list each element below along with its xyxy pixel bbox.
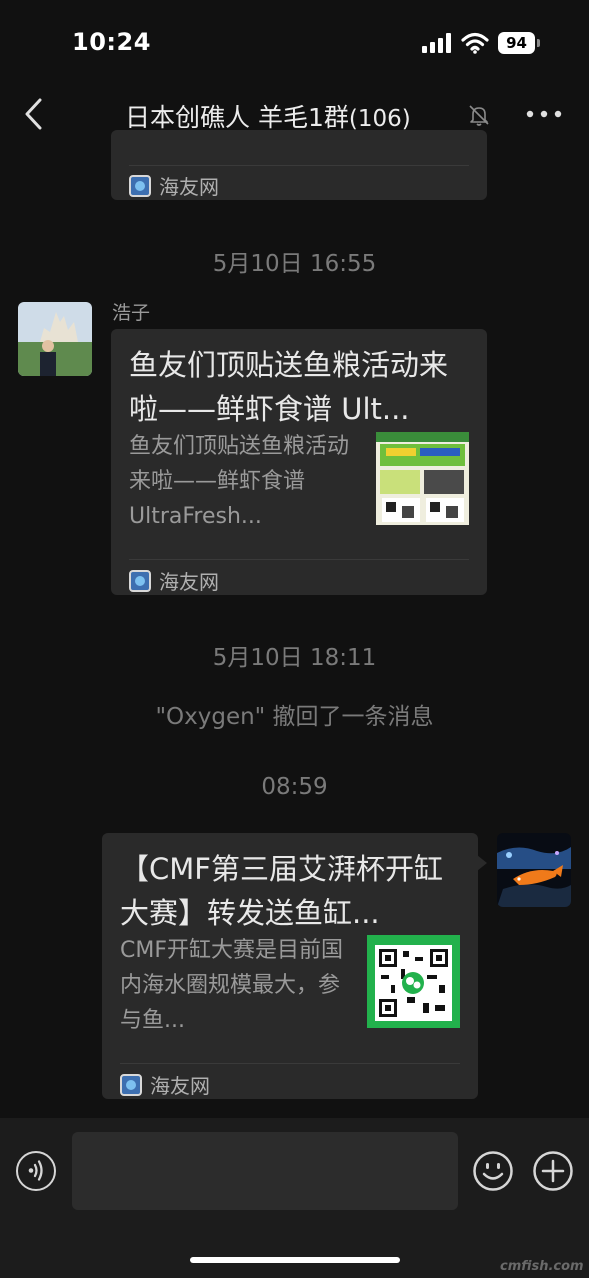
battery-icon: 94: [498, 32, 540, 54]
source-label: 海友网: [150, 1074, 210, 1098]
qr-code-thumbnail: [367, 935, 460, 1028]
message-timestamp: 08:59: [261, 774, 328, 800]
emoji-icon[interactable]: [473, 1151, 513, 1191]
input-bar: cmfish.com: [0, 1118, 589, 1278]
card-title: 【CMF第三届艾湃杯开缸大赛】转发送鱼缸...: [120, 852, 443, 930]
battery-level: 94: [506, 34, 527, 52]
poster-thumbnail: [376, 432, 469, 525]
muted-bell-icon: [469, 105, 489, 126]
link-card-partial[interactable]: 海友网: [111, 130, 487, 200]
bubble-tail: [477, 855, 487, 871]
status-bar: 10:24 94: [0, 0, 589, 80]
haiyou-logo-icon: [129, 569, 151, 592]
my-avatar[interactable]: [497, 833, 571, 907]
card-title: 鱼友们顶贴送鱼粮活动来啦——鲜虾食谱 Ult...: [129, 348, 449, 426]
source-label: 海友网: [159, 570, 219, 594]
group-name: 日本创礁人 羊毛1群: [125, 103, 349, 132]
message-input[interactable]: [72, 1132, 458, 1210]
avatar[interactable]: [18, 302, 92, 376]
status-time: 10:24: [72, 28, 151, 56]
wifi-icon: [461, 32, 489, 54]
haiyou-logo-icon: [120, 1073, 142, 1096]
voice-wave-icon: [28, 1160, 43, 1181]
source-label: 海友网: [159, 175, 219, 199]
card-source: 海友网: [129, 171, 219, 200]
sender-name: 浩子: [112, 302, 151, 324]
voice-input-button[interactable]: [16, 1151, 56, 1191]
card-description: 鱼友们顶贴送鱼粮活动来啦——鲜虾食谱 UltraFresh...: [129, 434, 350, 529]
watermark: cmfish.com: [500, 1259, 584, 1274]
card-source: 海友网: [129, 566, 219, 595]
member-count: (106): [348, 106, 411, 132]
haiyou-logo-icon: [129, 174, 151, 197]
more-options-icon[interactable]: [526, 110, 562, 118]
message-timestamp: 5月10日 16:55: [212, 251, 377, 277]
card-source: 海友网: [120, 1070, 210, 1099]
cellular-signal-icon: [422, 33, 451, 53]
message-timestamp: 5月10日 18:11: [212, 645, 377, 671]
chat-title: 日本创礁人 羊毛1群(106): [125, 98, 411, 134]
recall-notice: "Oxygen" 撤回了一条消息: [155, 704, 434, 730]
add-plus-icon[interactable]: [533, 1151, 573, 1191]
card-description: CMF开缸大赛是目前国内海水圈规模最大，参与鱼...: [120, 938, 343, 1033]
back-chevron-icon[interactable]: [22, 97, 46, 131]
home-indicator[interactable]: [190, 1257, 400, 1263]
